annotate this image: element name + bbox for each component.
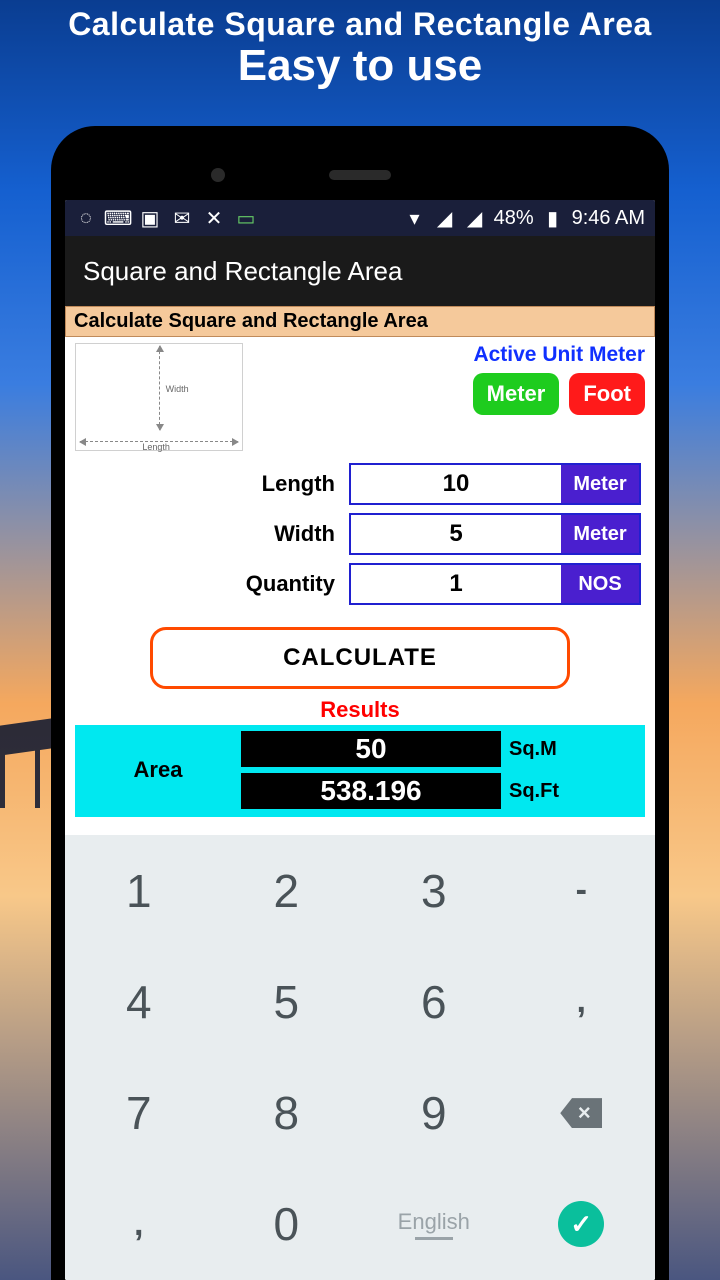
- key-minus[interactable]: -: [508, 835, 656, 946]
- numeric-keyboard: 1 2 3 - 4 5 6 , 7 8 9: [65, 835, 655, 1280]
- wifi-off-icon: ✕: [203, 207, 225, 229]
- key-comma[interactable]: ,: [65, 1169, 213, 1280]
- key-8[interactable]: 8: [213, 1058, 361, 1169]
- active-unit-label: Active Unit Meter: [251, 343, 645, 367]
- key-3[interactable]: 3: [360, 835, 508, 946]
- key-5[interactable]: 5: [213, 946, 361, 1057]
- wifi-icon: ▾: [404, 207, 426, 229]
- results-label: Results: [65, 697, 655, 723]
- length-label: Length: [179, 471, 349, 497]
- phone-speaker-icon: [329, 170, 391, 180]
- status-bar: ◌ ⌨ ▣ ✉ ✕ ▭ ▾ ◢ ◢ 48% ▮ 9:46 AM: [65, 200, 655, 236]
- diagram-width-label: Width: [166, 384, 189, 394]
- key-done[interactable]: [508, 1169, 656, 1280]
- diagram-length-label: Length: [142, 442, 170, 452]
- promo-line-2: Easy to use: [0, 41, 720, 91]
- area-label: Area: [83, 757, 233, 783]
- meter-button[interactable]: Meter: [473, 373, 560, 415]
- area-sqm-value: 50: [241, 731, 501, 767]
- book-icon: ▭: [235, 207, 257, 229]
- message-icon: ✉: [171, 207, 193, 229]
- phone-camera-icon: [211, 168, 225, 182]
- done-icon: [558, 1201, 604, 1247]
- key-0[interactable]: 0: [213, 1169, 361, 1280]
- quantity-input[interactable]: [351, 565, 561, 603]
- quantity-unit-tag: NOS: [561, 565, 639, 603]
- keyboard-language-label: English: [398, 1209, 470, 1235]
- area-sqft-value: 538.196: [241, 773, 501, 809]
- foot-button[interactable]: Foot: [569, 373, 645, 415]
- key-9[interactable]: 9: [360, 1058, 508, 1169]
- sync-icon: ◌: [75, 207, 97, 229]
- clock-text: 9:46 AM: [572, 207, 645, 230]
- width-label: Width: [179, 521, 349, 547]
- key-backspace[interactable]: [508, 1058, 656, 1169]
- promo-banner: Calculate Square and Rectangle Area Easy…: [0, 0, 720, 91]
- area-sqft-unit: Sq.Ft: [509, 780, 637, 803]
- promo-line-1: Calculate Square and Rectangle Area: [0, 6, 720, 43]
- length-input[interactable]: [351, 465, 561, 503]
- key-1[interactable]: 1: [65, 835, 213, 946]
- area-sqm-unit: Sq.M: [509, 738, 637, 761]
- keyboard-icon: ⌨: [107, 207, 129, 229]
- shape-diagram: Width Length: [75, 343, 243, 451]
- app-bar: Square and Rectangle Area: [65, 236, 655, 306]
- key-language[interactable]: English: [360, 1169, 508, 1280]
- length-unit-tag: Meter: [561, 465, 639, 503]
- width-input[interactable]: [351, 515, 561, 553]
- results-table: Area 50 Sq.M 538.196 Sq.Ft: [75, 725, 645, 817]
- signal-r-icon: ◢: [434, 207, 456, 229]
- width-unit-tag: Meter: [561, 515, 639, 553]
- key-comma-alt[interactable]: ,: [508, 946, 656, 1057]
- phone-frame: ◌ ⌨ ▣ ✉ ✕ ▭ ▾ ◢ ◢ 48% ▮ 9:46 AM Square a…: [51, 126, 669, 1280]
- quantity-label: Quantity: [179, 571, 349, 597]
- image-icon: ▣: [139, 207, 161, 229]
- signal-icon: ◢: [464, 207, 486, 229]
- battery-percent: 48%: [494, 207, 534, 230]
- key-4[interactable]: 4: [65, 946, 213, 1057]
- key-6[interactable]: 6: [360, 946, 508, 1057]
- section-header: Calculate Square and Rectangle Area: [65, 306, 655, 337]
- battery-icon: ▮: [542, 207, 564, 229]
- backspace-icon: [560, 1098, 602, 1128]
- key-2[interactable]: 2: [213, 835, 361, 946]
- key-7[interactable]: 7: [65, 1058, 213, 1169]
- calculate-button[interactable]: CALCULATE: [150, 627, 570, 689]
- app-title: Square and Rectangle Area: [83, 256, 402, 287]
